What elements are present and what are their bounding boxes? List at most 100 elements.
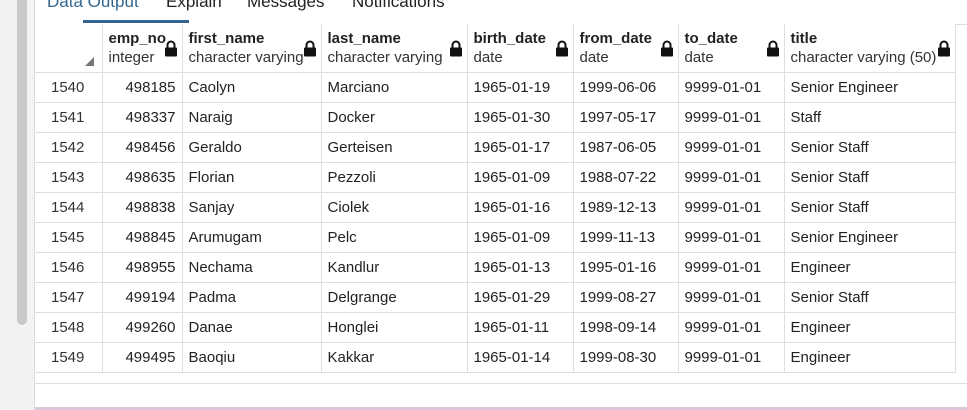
cell-emp-no[interactable]: 498845 [102,222,183,253]
cell-emp-no[interactable]: 499495 [102,342,183,373]
vertical-scrollbar[interactable] [17,0,27,325]
cell-birth-date[interactable]: 1965-01-09 [467,162,574,193]
cell-emp-no[interactable]: 498955 [102,252,183,283]
cell-birth-date[interactable]: 1965-01-09 [467,222,574,253]
cell-from-date[interactable]: 1995-01-16 [573,252,679,283]
cell-first-name[interactable]: Caolyn [182,72,322,103]
cell-last-name[interactable]: Pelc [321,222,468,253]
column-header-from-date[interactable]: from_date date [573,24,679,73]
table-row[interactable]: 1548 499260 Danae Honglei 1965-01-11 199… [35,312,956,343]
column-header-last-name[interactable]: last_name character varying [321,24,468,73]
cell-title[interactable]: Senior Staff [784,132,956,163]
cell-title[interactable]: Senior Engineer [784,222,956,253]
cell-birth-date[interactable]: 1965-01-30 [467,102,574,133]
table-row[interactable]: 1544 498838 Sanjay Ciolek 1965-01-16 198… [35,192,956,223]
cell-first-name[interactable]: Geraldo [182,132,322,163]
cell-title[interactable]: Senior Engineer [784,72,956,103]
cell-to-date[interactable]: 9999-01-01 [678,192,785,223]
cell-to-date[interactable]: 9999-01-01 [678,162,785,193]
row-number[interactable]: 1547 [35,282,103,313]
table-row[interactable]: 1542 498456 Geraldo Gerteisen 1965-01-17… [35,132,956,163]
cell-emp-no[interactable]: 498635 [102,162,183,193]
cell-first-name[interactable]: Florian [182,162,322,193]
table-row[interactable]: 1540 498185 Caolyn Marciano 1965-01-19 1… [35,72,956,103]
row-number-header[interactable] [35,24,103,73]
cell-emp-no[interactable]: 499194 [102,282,183,313]
column-header-title[interactable]: title character varying (50) [784,24,956,73]
cell-from-date[interactable]: 1999-08-27 [573,282,679,313]
cell-emp-no[interactable]: 498456 [102,132,183,163]
cell-title[interactable]: Senior Staff [784,282,956,313]
column-header-first-name[interactable]: first_name character varying [182,24,322,73]
row-number[interactable]: 1546 [35,252,103,283]
row-number[interactable]: 1544 [35,192,103,223]
cell-emp-no[interactable]: 498838 [102,192,183,223]
cell-to-date[interactable]: 9999-01-01 [678,132,785,163]
cell-title[interactable]: Engineer [784,312,956,343]
row-number[interactable]: 1542 [35,132,103,163]
cell-first-name[interactable]: Danae [182,312,322,343]
row-number[interactable]: 1543 [35,162,103,193]
cell-last-name[interactable]: Delgrange [321,282,468,313]
cell-last-name[interactable]: Pezzoli [321,162,468,193]
cell-first-name[interactable]: Arumugam [182,222,322,253]
cell-from-date[interactable]: 1988-07-22 [573,162,679,193]
cell-last-name[interactable]: Kandlur [321,252,468,283]
cell-last-name[interactable]: Docker [321,102,468,133]
row-number[interactable]: 1548 [35,312,103,343]
cell-birth-date[interactable]: 1965-01-17 [467,132,574,163]
cell-birth-date[interactable]: 1965-01-19 [467,72,574,103]
cell-birth-date[interactable]: 1965-01-14 [467,342,574,373]
cell-to-date[interactable]: 9999-01-01 [678,222,785,253]
cell-emp-no[interactable]: 499260 [102,312,183,343]
cell-to-date[interactable]: 9999-01-01 [678,252,785,283]
cell-last-name[interactable]: Ciolek [321,192,468,223]
cell-birth-date[interactable]: 1965-01-11 [467,312,574,343]
cell-emp-no[interactable]: 498185 [102,72,183,103]
cell-birth-date[interactable]: 1965-01-13 [467,252,574,283]
cell-title[interactable]: Engineer [784,252,956,283]
cell-from-date[interactable]: 1987-06-05 [573,132,679,163]
cell-last-name[interactable]: Kakkar [321,342,468,373]
cell-title[interactable]: Staff [784,102,956,133]
cell-last-name[interactable]: Gerteisen [321,132,468,163]
cell-emp-no[interactable]: 498337 [102,102,183,133]
table-row[interactable]: 1543 498635 Florian Pezzoli 1965-01-09 1… [35,162,956,193]
cell-to-date[interactable]: 9999-01-01 [678,312,785,343]
column-header-birth-date[interactable]: birth_date date [467,24,574,73]
cell-first-name[interactable]: Baoqiu [182,342,322,373]
cell-first-name[interactable]: Nechama [182,252,322,283]
cell-from-date[interactable]: 1998-09-14 [573,312,679,343]
cell-first-name[interactable]: Padma [182,282,322,313]
table-row[interactable]: 1546 498955 Nechama Kandlur 1965-01-13 1… [35,252,956,283]
tab-data-output[interactable]: Data Output [47,0,139,12]
row-number[interactable]: 1541 [35,102,103,133]
cell-from-date[interactable]: 1999-08-30 [573,342,679,373]
cell-last-name[interactable]: Honglei [321,312,468,343]
cell-from-date[interactable]: 1997-05-17 [573,102,679,133]
cell-title[interactable]: Engineer [784,342,956,373]
cell-title[interactable]: Senior Staff [784,162,956,193]
row-number[interactable]: 1545 [35,222,103,253]
cell-from-date[interactable]: 1999-06-06 [573,72,679,103]
row-number[interactable]: 1549 [35,342,103,373]
cell-from-date[interactable]: 1999-11-13 [573,222,679,253]
cell-to-date[interactable]: 9999-01-01 [678,102,785,133]
row-number[interactable]: 1540 [35,72,103,103]
cell-birth-date[interactable]: 1965-01-16 [467,192,574,223]
cell-to-date[interactable]: 9999-01-01 [678,72,785,103]
cell-to-date[interactable]: 9999-01-01 [678,282,785,313]
cell-title[interactable]: Senior Staff [784,192,956,223]
table-row[interactable]: 1541 498337 Naraig Docker 1965-01-30 199… [35,102,956,133]
cell-from-date[interactable]: 1989-12-13 [573,192,679,223]
column-header-emp-no[interactable]: emp_no integer [102,24,183,73]
tab-messages[interactable]: Messages [247,0,324,12]
table-row[interactable]: 1545 498845 Arumugam Pelc 1965-01-09 199… [35,222,956,253]
tab-notifications[interactable]: Notifications [352,0,445,12]
cell-to-date[interactable]: 9999-01-01 [678,342,785,373]
cell-birth-date[interactable]: 1965-01-29 [467,282,574,313]
cell-first-name[interactable]: Sanjay [182,192,322,223]
tab-explain[interactable]: Explain [166,0,222,12]
column-header-to-date[interactable]: to_date date [678,24,785,73]
table-row[interactable]: 1549 499495 Baoqiu Kakkar 1965-01-14 199… [35,342,956,373]
